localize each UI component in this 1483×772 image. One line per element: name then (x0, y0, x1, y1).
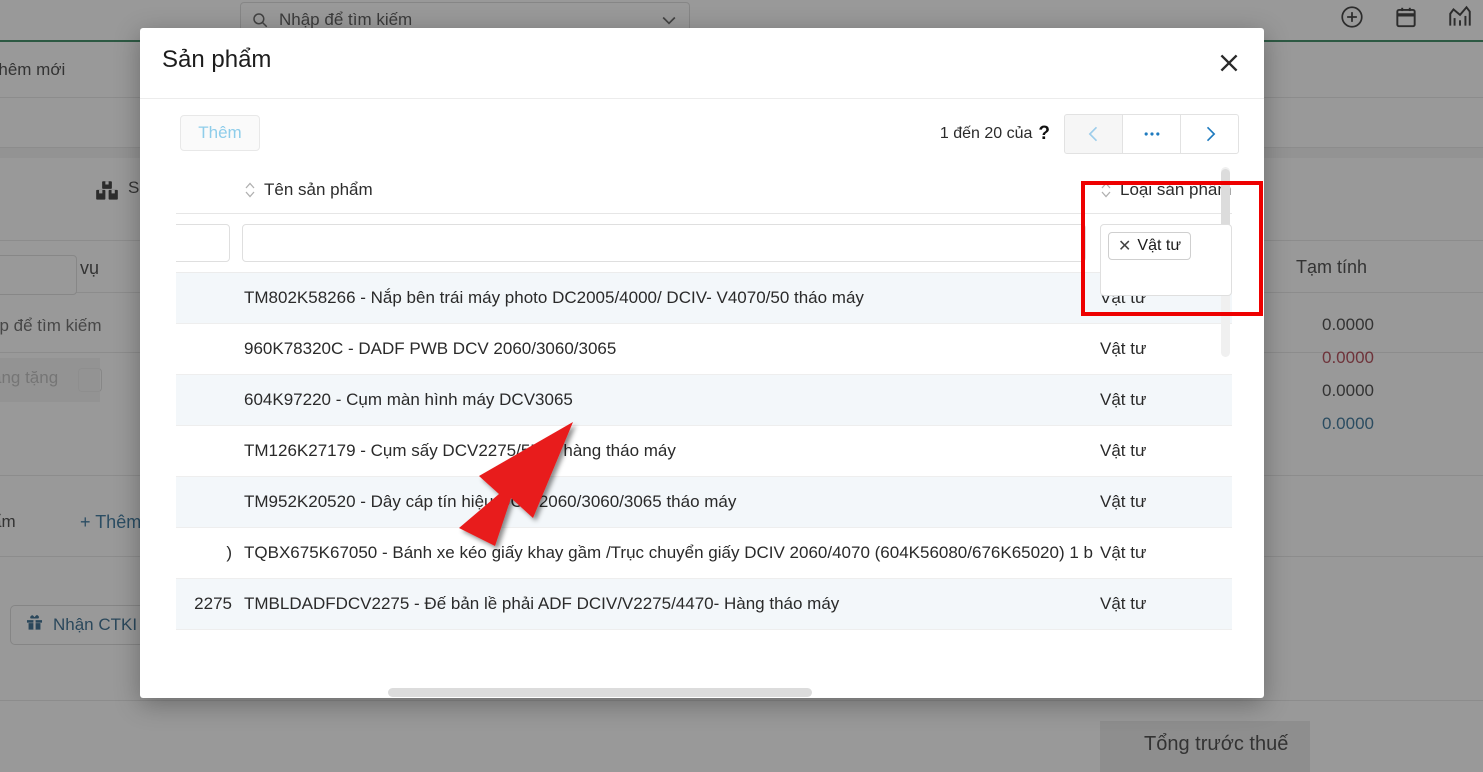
table-row[interactable]: TM802K58266 - Nắp bên trái máy photo DC2… (176, 273, 1232, 324)
table-row[interactable]: 2275 TMBLDADFDCV2275 - Đế bản lề phải AD… (176, 579, 1232, 630)
pagination-more-button[interactable] (1122, 114, 1181, 154)
horizontal-scrollbar-thumb[interactable] (388, 688, 812, 697)
product-picker-dialog: Sản phẩm Thêm 1 đến 20 của ? Tên sản phẩ… (140, 28, 1264, 698)
filter-input-pre[interactable] (176, 224, 230, 262)
dialog-header: Sản phẩm (140, 28, 1264, 99)
row-product-type: Vật tư (1100, 390, 1147, 409)
row-prefix (176, 426, 238, 476)
column-header-name-label: Tên sản phẩm (264, 180, 373, 199)
filter-chip-label: Vật tư (1137, 237, 1182, 254)
row-product-name: 960K78320C - DADF PWB DCV 2060/3060/3065 (244, 339, 617, 358)
grid-header-row: Tên sản phẩm Loại sản phẩm (176, 167, 1232, 214)
table-row[interactable]: TM126K27179 - Cụm sấy DCV2275/5576 hàng … (176, 426, 1232, 477)
table-row[interactable]: 960K78320C - DADF PWB DCV 2060/3060/3065… (176, 324, 1232, 375)
row-product-type: Vật tư (1100, 339, 1147, 358)
row-prefix: ) (226, 543, 232, 562)
column-header-type[interactable]: Loại sản phẩm (1100, 167, 1232, 213)
row-product-name: TM952K20520 - Dây cáp tín hiệu DCV 2060/… (244, 492, 737, 511)
row-product-name: TM802K58266 - Nắp bên trái máy photo DC2… (244, 288, 864, 307)
close-icon[interactable] (1208, 42, 1250, 84)
row-product-name: 604K97220 - Cụm màn hình máy DCV3065 (244, 390, 573, 409)
pagination-next-button[interactable] (1180, 114, 1239, 154)
add-button[interactable]: Thêm (180, 115, 260, 151)
dialog-body: Thêm 1 đến 20 của ? Tên sản phẩm Loại sả… (140, 99, 1264, 698)
table-row[interactable]: ) TQBX675K67050 - Bánh xe kéo giấy khay … (176, 528, 1232, 579)
table-row[interactable]: TM952K20520 - Dây cáp tín hiệu DCV 2060/… (176, 477, 1232, 528)
row-prefix (176, 324, 238, 374)
pagination: 1 đến 20 của ? (940, 114, 1239, 154)
row-prefix (176, 273, 238, 323)
row-product-name: TQBX675K67050 - Bánh xe kéo giấy khay gầ… (244, 543, 1093, 562)
product-grid: Tên sản phẩm Loại sản phẩm ✕ Vật tư TM80… (176, 167, 1232, 698)
grid-rows: TM802K58266 - Nắp bên trái máy photo DC2… (176, 273, 1232, 630)
pagination-prev-button[interactable] (1064, 114, 1123, 154)
row-product-type: Vật tư (1100, 543, 1147, 562)
sort-updown-icon[interactable] (244, 181, 256, 199)
row-prefix (176, 375, 238, 425)
row-prefix (176, 477, 238, 527)
filter-chipbox-type[interactable]: ✕ Vật tư (1100, 224, 1232, 296)
pagination-range-label: 1 đến 20 của (939, 125, 1033, 142)
close-small-icon[interactable]: ✕ (1118, 236, 1131, 256)
row-prefix: 2275 (194, 594, 232, 613)
row-product-type: Vật tư (1100, 594, 1147, 613)
dialog-toolbar: Thêm 1 đến 20 của ? (140, 99, 1264, 167)
dialog-title: Sản phẩm (162, 46, 272, 73)
row-product-name: TMBLDADFDCV2275 - Đế bản lề phải ADF DCI… (244, 594, 840, 613)
sort-updown-icon[interactable] (1100, 181, 1112, 199)
column-header-type-label: Loại sản phẩm (1120, 180, 1232, 199)
table-row[interactable]: 604K97220 - Cụm màn hình máy DCV3065 Vật… (176, 375, 1232, 426)
filter-chip-vat-tu[interactable]: ✕ Vật tư (1108, 232, 1192, 260)
grid-filter-row: ✕ Vật tư (176, 214, 1232, 296)
pagination-total-unknown: ? (1038, 123, 1050, 144)
filter-input-name[interactable] (242, 224, 1086, 262)
row-product-name: TM126K27179 - Cụm sấy DCV2275/5576 hàng … (244, 441, 676, 460)
row-product-type: Vật tư (1100, 441, 1147, 460)
row-product-type: Vật tư (1100, 492, 1147, 511)
column-header-name[interactable]: Tên sản phẩm (244, 167, 373, 213)
